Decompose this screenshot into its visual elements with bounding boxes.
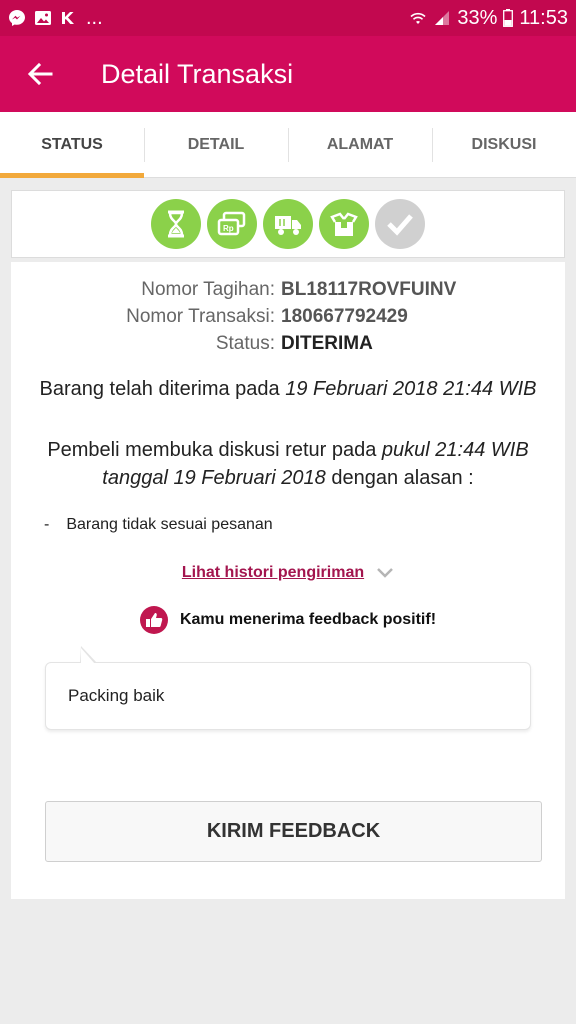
step-received <box>319 199 369 249</box>
send-feedback-button[interactable]: KIRIM FEEDBACK <box>45 801 542 862</box>
payment-icon: Rp <box>217 211 246 236</box>
received-date: 19 Februari 2018 21:44 WIB <box>285 378 537 400</box>
status-bar-notifications: ... <box>8 7 103 30</box>
page-title: Detail Transaksi <box>101 58 294 89</box>
status-label: Status: <box>215 332 275 354</box>
tab-status[interactable]: STATUS <box>0 112 144 178</box>
app-logo-icon <box>62 12 74 24</box>
return-discussion-message: Pembeli membuka diskusi retur pada pukul… <box>31 436 545 492</box>
more-notifications: ... <box>86 6 103 29</box>
feedback-comment-bubble: Packing baik <box>45 646 531 730</box>
transaction-number-row: Nomor Transaksi: 180667792429 <box>11 303 565 330</box>
wifi-icon <box>410 12 426 24</box>
step-shipped <box>263 199 313 249</box>
check-icon <box>387 214 413 236</box>
messenger-icon <box>9 10 25 26</box>
tab-alamat[interactable]: ALAMAT <box>288 112 432 177</box>
invoice-value: BL18117ROVFUINV <box>281 278 457 300</box>
package-received-icon <box>330 212 358 236</box>
status-value: DITERIMA <box>281 332 373 354</box>
transaction-number-label: Nomor Transaksi: <box>126 305 275 327</box>
shipping-history-toggle[interactable]: Lihat histori pengiriman <box>11 564 565 582</box>
thumbs-up-icon <box>139 606 168 634</box>
system-status-bar: ... 33% 11:53 <box>0 0 576 36</box>
status-bar-system: 33% 11:53 <box>409 7 568 30</box>
invoice-row: Nomor Tagihan: BL18117ROVFUINV <box>11 276 565 303</box>
received-message: Barang telah diterima pada 19 Februari 2… <box>11 378 565 401</box>
feedback-message: Kamu menerima feedback positif! <box>179 611 437 628</box>
transaction-progress: Rp <box>11 190 565 258</box>
return-date: tanggal 19 Februari 2018 <box>102 467 326 489</box>
return-time: pukul 21:44 WIB <box>381 439 529 461</box>
step-paid: Rp <box>207 199 257 249</box>
reason-text: Barang tidak sesuai pesanan <box>66 516 273 533</box>
svg-text:Rp: Rp <box>223 224 234 233</box>
step-waiting <box>151 199 201 249</box>
shipping-history-link[interactable]: Lihat histori pengiriman <box>182 564 364 582</box>
step-completed <box>375 199 425 249</box>
invoice-label: Nomor Tagihan: <box>141 278 275 300</box>
reason-bullet: - <box>44 516 50 533</box>
gallery-icon <box>35 11 51 25</box>
tab-diskusi[interactable]: DISKUSI <box>432 112 576 177</box>
back-button[interactable] <box>0 36 80 112</box>
chevron-down-icon[interactable] <box>376 567 394 579</box>
return-part1: Pembeli membuka diskusi retur pada <box>47 439 382 461</box>
battery-percent: 33% <box>457 6 498 29</box>
clock: 11:53 <box>519 6 568 29</box>
feedback-comment: Packing baik <box>68 686 165 705</box>
tab-detail[interactable]: DETAIL <box>144 112 288 177</box>
signal-icon <box>435 11 450 25</box>
return-part3: dengan alasan : <box>325 467 474 489</box>
feedback-notice: Kamu menerima feedback positif! <box>11 606 565 634</box>
app-bar: Detail Transaksi <box>0 36 576 112</box>
hourglass-icon <box>168 210 184 238</box>
status-card: Nomor Tagihan: BL18117ROVFUINV Nomor Tra… <box>11 262 565 899</box>
status-row: Status: DITERIMA <box>11 330 565 357</box>
tab-bar: STATUS DETAIL ALAMAT DISKUSI <box>0 112 576 178</box>
arrow-left-icon <box>27 62 53 86</box>
battery-icon <box>503 9 514 27</box>
transaction-number-value: 180667792429 <box>281 305 408 327</box>
reason-list-item: - Barang tidak sesuai pesanan <box>44 516 273 534</box>
truck-icon <box>275 216 301 235</box>
transaction-info: Nomor Tagihan: BL18117ROVFUINV Nomor Tra… <box>11 276 565 357</box>
received-prefix: Barang telah diterima pada <box>39 378 286 400</box>
